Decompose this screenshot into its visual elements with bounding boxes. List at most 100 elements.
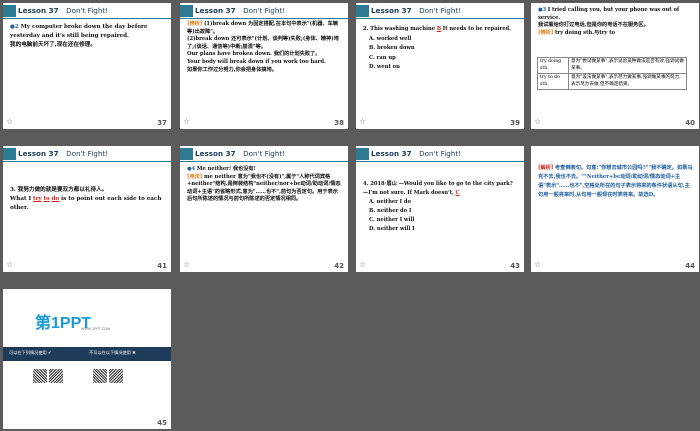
ad-details: [3, 361, 171, 415]
option-b: B. neither do I: [369, 208, 412, 214]
analysis-text: 考查倒装句。句意:"你想去城市公园吗?""我不确定。如果马克不去,我也不去。""…: [538, 165, 693, 198]
page-number: 43: [510, 262, 520, 270]
question-marker: ●4: [187, 166, 196, 172]
slide-header: Lesson 37 Don't Fight!: [3, 5, 171, 19]
explain-title: try doing sth.与try to: [554, 29, 616, 36]
slide-43[interactable]: Lesson 37 Don't Fight! 4. 2018·眉山 —Would…: [356, 146, 524, 272]
slide-header: Lesson 37 Don't Fight!: [180, 5, 348, 19]
question-text: 4. 2018·眉山 —Would you like to go to the …: [363, 181, 513, 187]
body-line: (2)break down 还可表示"(计划、谈判等)失败;(身体、精神)垮了;…: [187, 36, 339, 50]
ad-logo-area: 第1PPT WWW.1PPT.COM: [3, 289, 171, 347]
answer-blank: C: [455, 190, 460, 196]
page-number: 44: [685, 262, 695, 270]
slide-header: Lesson 37 Don't Fight!: [3, 148, 171, 162]
header-line: [3, 18, 171, 19]
comparison-table: try doing sth. 意为"尝试做某事",表示试验某种做法是否有效,强调…: [537, 56, 687, 91]
star-icon: ☆: [534, 117, 542, 126]
phrase-chinese: 我也没有!: [232, 166, 256, 172]
table-row: try to do sth. 意为"设法做某事",表示尽力做某事,强调做某事的努…: [537, 73, 687, 91]
ad-bar: 可以在下列情况使用 ✔ 不可以在以下情况使用 ✖: [3, 347, 171, 361]
header-line: [3, 161, 171, 162]
star-icon: ☆: [6, 117, 14, 126]
phrase-english: Me neither!: [196, 166, 232, 172]
header-tag: [3, 5, 16, 17]
body-line: Your body will break down if you work to…: [187, 58, 326, 65]
english-sentence: My computer broke down the day before ye…: [10, 24, 148, 39]
question-marker: ●3: [538, 7, 547, 13]
star-icon: ☆: [6, 260, 14, 269]
slide-body: [解析] 考查倒装句。句意:"你想去城市公园吗?""我不确定。如果马克不去,我也…: [538, 164, 693, 200]
analysis-tag: [解析]: [538, 165, 554, 171]
answer-blank: to: [43, 196, 50, 202]
logo-url: WWW.1PPT.COM: [81, 327, 110, 331]
slide-37[interactable]: Lesson 37 Don't Fight! ●2 My computer br…: [3, 3, 171, 129]
slide-38[interactable]: Lesson 37 Don't Fight! [辨析] (1)break dow…: [180, 3, 348, 129]
header-title: Lesson 37 Don't Fight!: [18, 149, 109, 158]
question-marker: ●2: [10, 24, 19, 30]
body-line: 如果你工作过分努力,你会把身体搞垮。: [187, 66, 277, 73]
page-number: 40: [685, 119, 695, 127]
option-d: D. neither will I: [369, 226, 415, 232]
explain-tag: [辨析]: [187, 21, 203, 27]
table-cell: 意为"设法做某事",表示尽力做某事,强调做某事的努力,表示尽力去做,但不确定结果…: [568, 73, 687, 91]
header-title: Lesson 37 Don't Fight!: [18, 6, 109, 15]
option-a: A. worked well: [369, 35, 412, 42]
star-icon: ☆: [359, 260, 367, 269]
slide-body: ●3 I tried calling you, but your phone w…: [538, 7, 693, 37]
usage-tag: [用法]: [187, 173, 203, 180]
table-cell: try to do sth.: [537, 73, 569, 91]
slide-body: 2. This washing machine B It needs to be…: [363, 25, 518, 73]
ad-left-label: 可以在下列情况使用 ✔: [9, 350, 52, 355]
english-sentence: I tried calling you, but your phone was …: [538, 7, 680, 21]
answer-blank: B: [436, 26, 442, 32]
table-cell: try doing sth.: [537, 56, 569, 75]
slide-body: [辨析] (1)break down 为固定搭配,在本句中表示"(机器、车辆等)…: [187, 21, 342, 74]
option-d: D. went on: [369, 64, 400, 70]
answer-blank: try: [32, 196, 42, 202]
slide-header: Lesson 37 Don't Fight!: [356, 5, 524, 19]
slide-header: Lesson 37 Don't Fight!: [356, 148, 524, 162]
slide-45[interactable]: 第1PPT WWW.1PPT.COM 可以在下列情况使用 ✔ 不可以在以下情况使…: [3, 289, 171, 429]
star-icon: ☆: [534, 260, 542, 269]
star-icon: ☆: [183, 117, 191, 126]
slide-39[interactable]: Lesson 37 Don't Fight! 2. This washing m…: [356, 3, 524, 129]
page-number: 38: [334, 119, 344, 127]
slide-header: Lesson 37 Don't Fight!: [180, 148, 348, 162]
header-title: Lesson 37 Don't Fight!: [195, 6, 286, 15]
question-text: 2. This washing machine: [363, 26, 436, 32]
option-c: C. neither I will: [369, 217, 415, 223]
page-number: 39: [510, 119, 520, 127]
qr-block: [93, 369, 107, 383]
table-cell: 意为"尝试做某事",表示试验某种做法是否有效,强调试做某事。: [568, 56, 687, 75]
header-title: Lesson 37 Don't Fight!: [371, 149, 462, 158]
slide-42[interactable]: Lesson 37 Don't Fight! ●4 Me neither! 我也…: [180, 146, 348, 272]
chinese-sentence: 我的电脑前天坏了,现在还在修理。: [10, 42, 96, 48]
slide-44[interactable]: [解析] 考查倒装句。句意:"你想去城市公园吗?""我不确定。如果马克不去,我也…: [531, 146, 699, 272]
chinese-sentence: 我试着给你打过电话,但是你的电话不在服务区。: [538, 22, 649, 29]
explain-tag: [辨析]: [538, 29, 554, 36]
page-number: 41: [157, 262, 167, 270]
option-a: A. neither I do: [369, 199, 412, 205]
header-tag: [180, 5, 193, 17]
qr-block: [33, 369, 47, 383]
slide-body: 3. 我努力做的就是要双方都以礼待人。 What I try to do is …: [10, 186, 165, 213]
ad-right-label: 不可以在以下情况使用 ✖: [89, 350, 136, 355]
header-tag: [356, 5, 369, 17]
header-line: [180, 18, 348, 19]
header-title: Lesson 37 Don't Fight!: [195, 149, 286, 158]
header-tag: [180, 148, 193, 160]
question-text: 3. 我努力做的就是要双方都以礼待人。: [10, 187, 108, 193]
slide-41[interactable]: Lesson 37 Don't Fight! 3. 我努力做的就是要双方都以礼待…: [3, 146, 171, 272]
star-icon: ☆: [183, 260, 191, 269]
qr-block: [109, 369, 123, 383]
slide-body: 4. 2018·眉山 —Would you like to go to the …: [363, 180, 518, 234]
slide-40[interactable]: ●3 I tried calling you, but your phone w…: [531, 3, 699, 129]
header-tag: [3, 148, 16, 160]
header-line: [180, 161, 348, 162]
option-b: B. broken down: [369, 45, 415, 51]
page-number: 42: [334, 262, 344, 270]
body-line: (1)break down 为固定搭配,在本句中表示"(机器、车辆等)出故障"。: [187, 21, 338, 35]
star-icon: ☆: [359, 117, 367, 126]
header-tag: [356, 148, 369, 160]
header-line: [356, 161, 524, 162]
